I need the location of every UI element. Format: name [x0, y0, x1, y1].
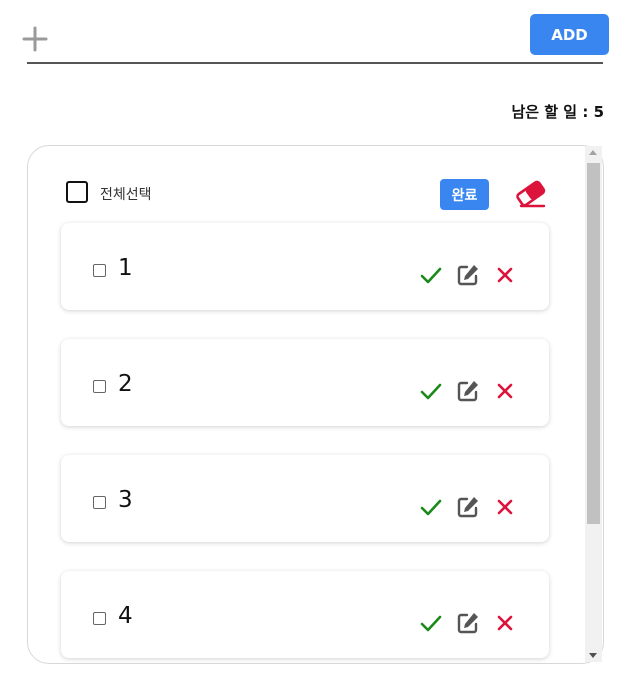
- remaining-separator: :: [577, 103, 594, 121]
- new-todo-row: ADD: [22, 14, 609, 64]
- remaining-count: 5: [593, 103, 604, 121]
- check-icon: [420, 499, 442, 516]
- todo-text: 3: [118, 487, 133, 513]
- close-icon: [497, 383, 513, 399]
- new-todo-input[interactable]: [59, 20, 523, 58]
- edit-icon: [457, 497, 478, 518]
- todo-checkbox[interactable]: [93, 380, 106, 393]
- todo-app: ADD 남은 할 일 : 5 전체선택 완료 1 2 3 4: [0, 0, 641, 680]
- edit-icon: [457, 613, 478, 634]
- todo-item: 3: [61, 455, 549, 542]
- remaining-label: 남은 할 일: [511, 103, 578, 121]
- todo-item: 4: [61, 571, 549, 658]
- todo-item: 1: [61, 223, 549, 310]
- delete-todo-button[interactable]: [492, 378, 518, 404]
- close-icon: [497, 615, 513, 631]
- edit-todo-button[interactable]: [455, 378, 481, 404]
- edit-todo-button[interactable]: [455, 262, 481, 288]
- edit-icon: [457, 381, 478, 402]
- check-icon: [420, 615, 442, 632]
- eraser-button[interactable]: [513, 179, 549, 210]
- select-all-label: 전체선택: [100, 187, 152, 203]
- delete-todo-button[interactable]: [492, 494, 518, 520]
- complete-todo-button[interactable]: [418, 262, 444, 288]
- complete-button[interactable]: 완료: [440, 179, 489, 210]
- remaining-counter: 남은 할 일 : 5: [511, 101, 604, 122]
- delete-todo-button[interactable]: [492, 262, 518, 288]
- eraser-icon: [516, 180, 546, 208]
- check-icon: [420, 383, 442, 400]
- todo-checkbox[interactable]: [93, 612, 106, 625]
- scroll-up-arrow-icon[interactable]: [589, 150, 597, 155]
- todo-text: 1: [118, 255, 133, 281]
- todo-item: 2: [61, 339, 549, 426]
- plus-icon: [22, 26, 48, 52]
- todo-list: 1 2 3 4: [61, 223, 551, 663]
- todo-checkbox[interactable]: [93, 264, 106, 277]
- edit-todo-button[interactable]: [455, 610, 481, 636]
- delete-todo-button[interactable]: [492, 610, 518, 636]
- add-button[interactable]: ADD: [530, 14, 609, 55]
- complete-todo-button[interactable]: [418, 378, 444, 404]
- select-all-checkbox[interactable]: [66, 181, 88, 203]
- todo-text: 4: [118, 603, 133, 629]
- scrollbar[interactable]: [585, 146, 602, 662]
- check-icon: [420, 267, 442, 284]
- complete-todo-button[interactable]: [418, 610, 444, 636]
- complete-todo-button[interactable]: [418, 494, 444, 520]
- todo-text: 2: [118, 371, 133, 397]
- scrollbar-thumb[interactable]: [587, 163, 600, 524]
- todo-checkbox[interactable]: [93, 496, 106, 509]
- todo-list-card: 전체선택 완료 1 2 3 4: [27, 145, 604, 664]
- edit-todo-button[interactable]: [455, 494, 481, 520]
- close-icon: [497, 499, 513, 515]
- scroll-down-arrow-icon[interactable]: [589, 653, 597, 658]
- close-icon: [497, 267, 513, 283]
- select-all-row: 전체선택 완료: [66, 179, 546, 211]
- edit-icon: [457, 265, 478, 286]
